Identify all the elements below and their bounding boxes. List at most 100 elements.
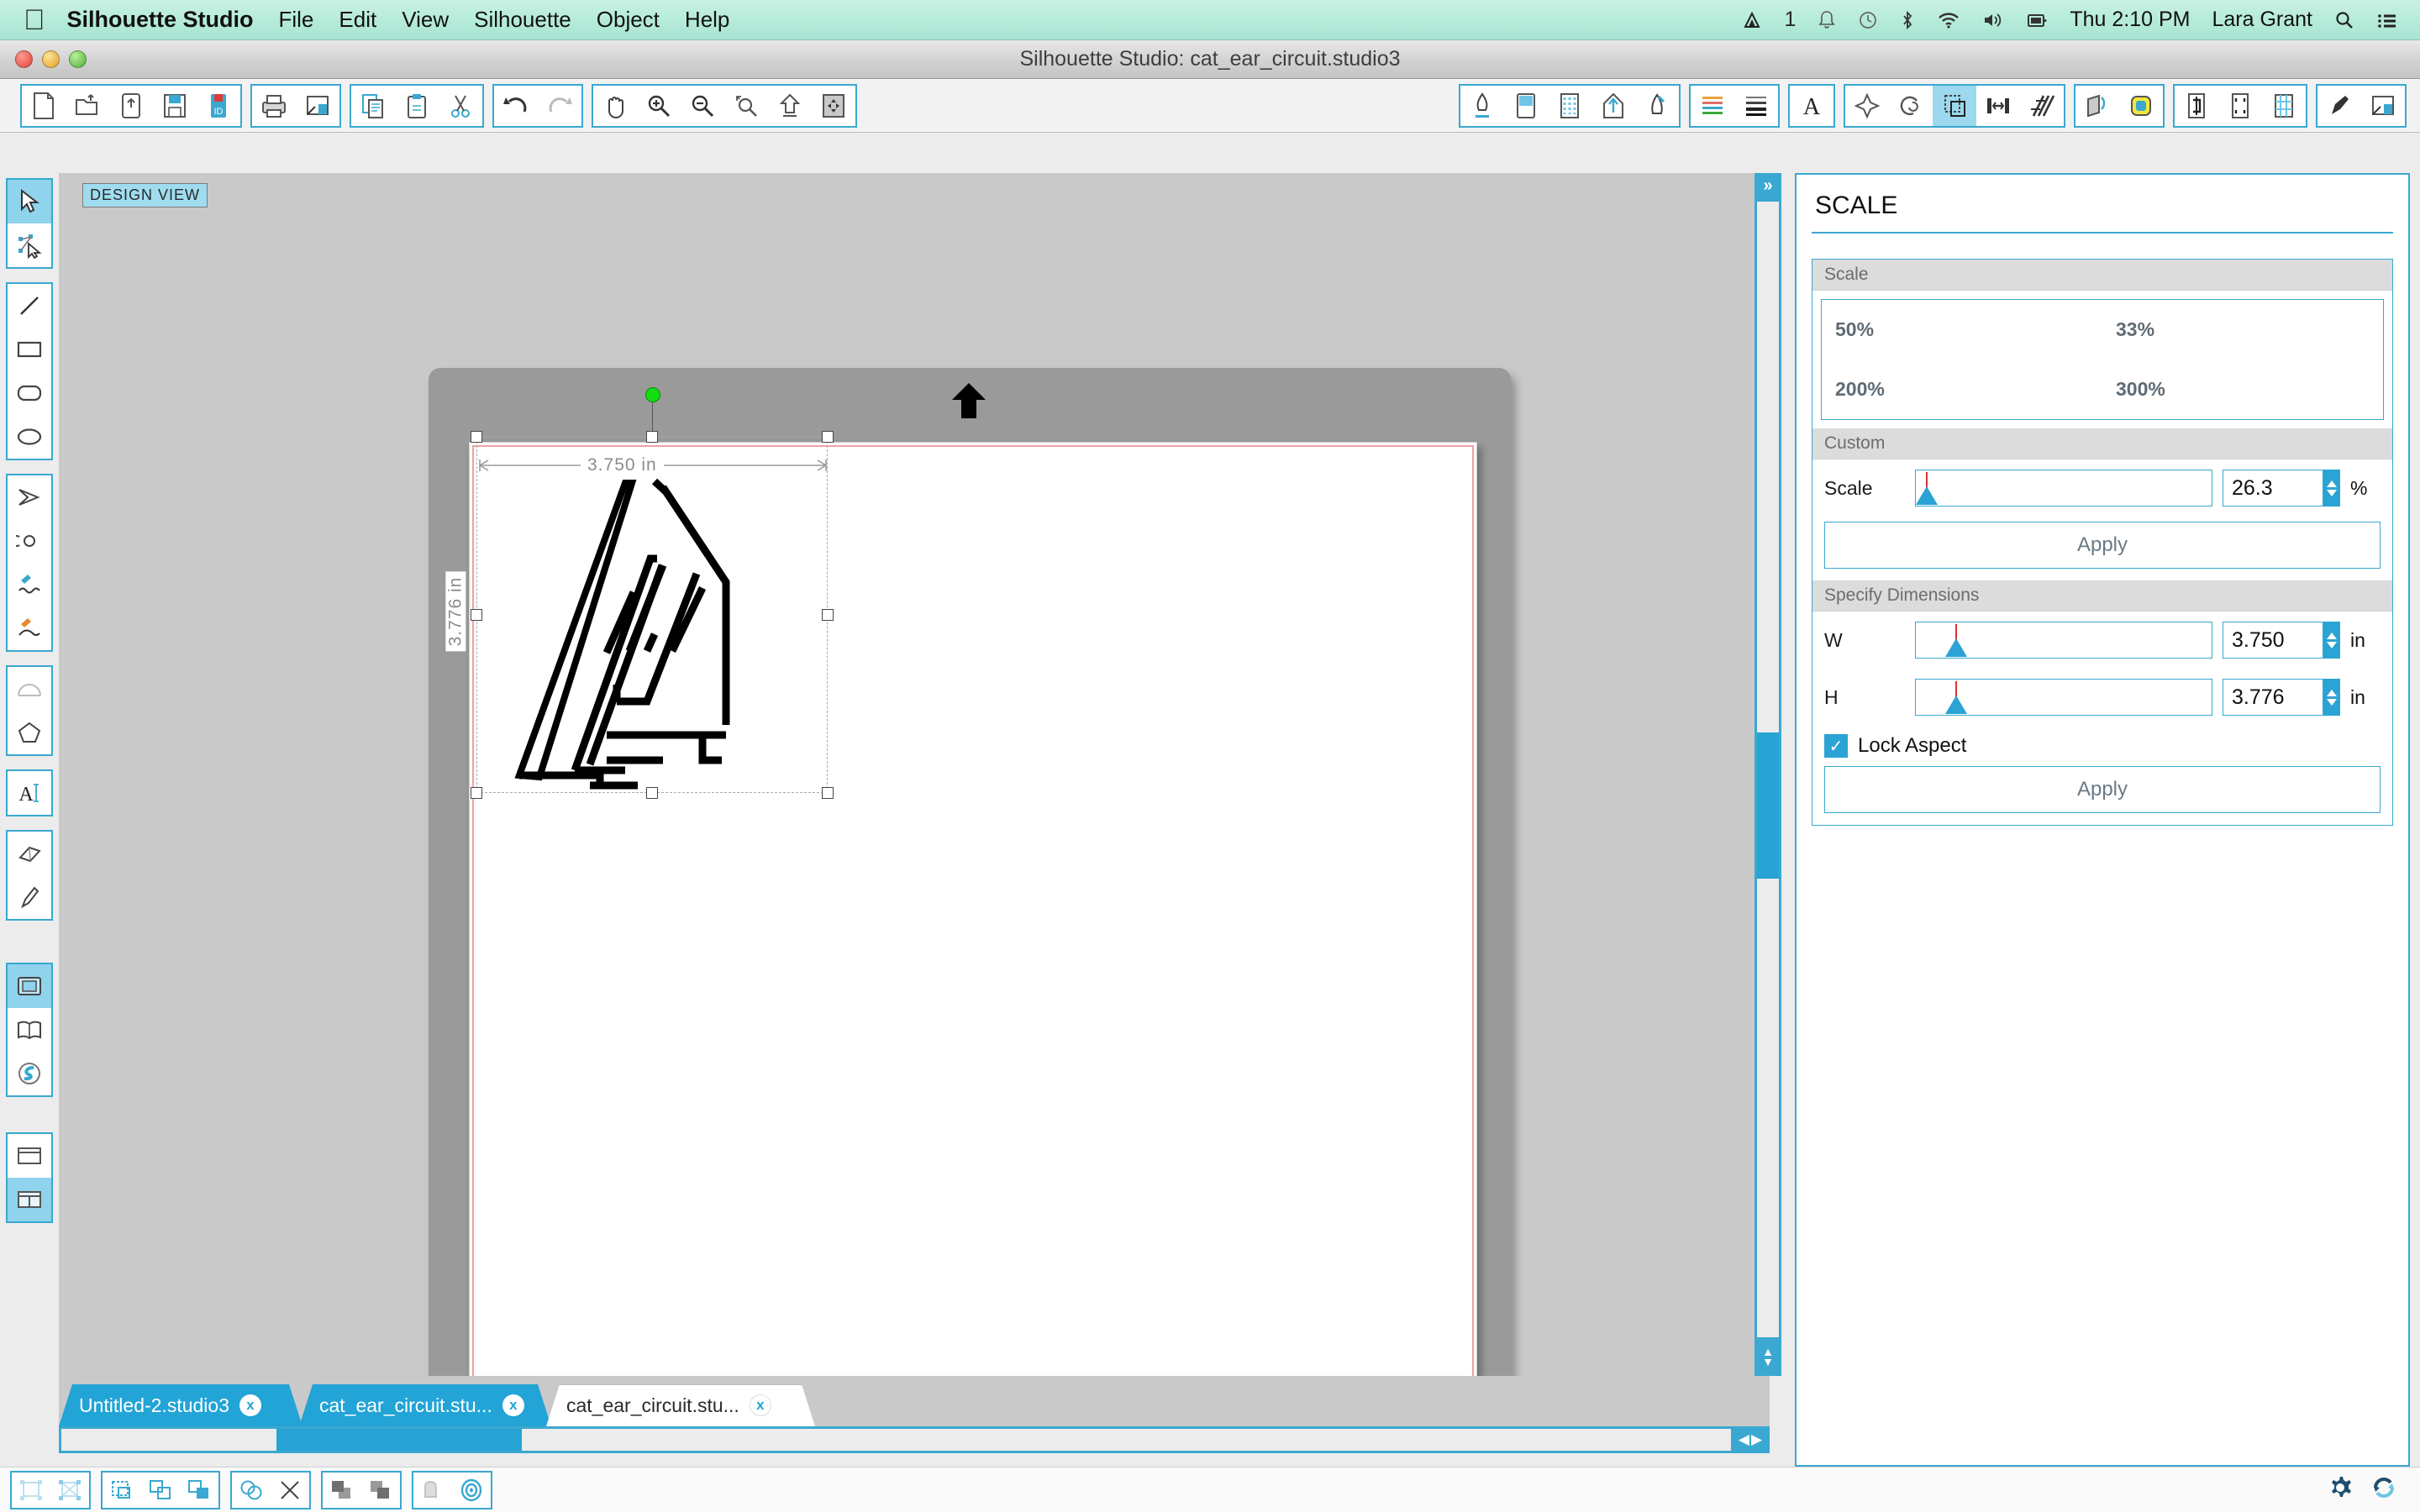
- group-icon[interactable]: [103, 1473, 141, 1508]
- resize-handle-n[interactable]: [646, 431, 658, 443]
- design-view-icon[interactable]: [8, 964, 51, 1008]
- knife-tool-icon[interactable]: [8, 875, 51, 919]
- text-style-icon[interactable]: A: [1790, 86, 1833, 126]
- tab-close-icon[interactable]: x: [239, 1394, 261, 1416]
- menu-silhouette[interactable]: Silhouette: [474, 7, 571, 33]
- zoom-selection-icon[interactable]: [724, 86, 768, 126]
- hscroll-track[interactable]: [61, 1429, 1731, 1451]
- resize-handle-nw[interactable]: [471, 431, 482, 443]
- width-slider-thumb[interactable]: [1945, 638, 1967, 657]
- knife-panel-icon[interactable]: [2175, 86, 2218, 126]
- open-document-icon[interactable]: [66, 86, 109, 126]
- volume-icon[interactable]: [1982, 10, 2004, 30]
- pan-hand-icon[interactable]: [593, 86, 637, 126]
- height-slider-thumb[interactable]: [1945, 696, 1967, 714]
- tab-untitled-2[interactable]: Untitled-2.studio3 x: [59, 1384, 302, 1426]
- fill-color-icon[interactable]: [2119, 86, 2163, 126]
- select-arrow-icon[interactable]: [8, 180, 51, 223]
- vscroll-arrows[interactable]: ▲ ▼: [1754, 1337, 1781, 1376]
- scale-input[interactable]: 26.3: [2223, 470, 2323, 507]
- zoom-fit-icon[interactable]: [768, 86, 812, 126]
- save-as-icon[interactable]: [109, 86, 153, 126]
- wifi-icon[interactable]: [1937, 10, 1960, 30]
- offset-icon[interactable]: [2020, 86, 2064, 126]
- tab-cat-ear-circuit-2[interactable]: cat_ear_circuit.stu... x: [546, 1384, 815, 1426]
- menu-edit[interactable]: Edit: [339, 7, 376, 33]
- bell-icon[interactable]: [1818, 10, 1836, 30]
- single-panel-icon[interactable]: [8, 1134, 51, 1178]
- resize-handle-s[interactable]: [646, 787, 658, 799]
- close-window-button[interactable]: [15, 50, 33, 68]
- zoom-in-icon[interactable]: [637, 86, 681, 126]
- bluetooth-icon[interactable]: [1900, 10, 1915, 30]
- horizontal-scrollbar[interactable]: ◀ ▶: [59, 1426, 1770, 1453]
- hscroll-thumb[interactable]: [276, 1429, 522, 1451]
- undo-icon[interactable]: [494, 86, 538, 126]
- line-tool-icon[interactable]: [8, 284, 51, 328]
- apple-logo-icon[interactable]: : [24, 6, 45, 34]
- draw-freehand-icon[interactable]: [8, 563, 51, 606]
- page-setup-icon[interactable]: [1504, 86, 1548, 126]
- ellipse-tool-icon[interactable]: [8, 415, 51, 459]
- pen-holder-icon[interactable]: [1635, 86, 1679, 126]
- minimize-window-button[interactable]: [42, 50, 60, 68]
- detach-icon[interactable]: [271, 1473, 309, 1508]
- lock-aspect-checkbox[interactable]: ✓: [1824, 734, 1848, 758]
- gear-icon[interactable]: [2326, 1473, 2354, 1506]
- vscroll-thumb[interactable]: [1757, 732, 1779, 879]
- resize-handle-sw[interactable]: [471, 787, 482, 799]
- save-icon[interactable]: [153, 86, 197, 126]
- print-and-cut-icon[interactable]: [2361, 86, 2405, 126]
- width-stepper[interactable]: [2323, 622, 2340, 659]
- registration-marks-icon[interactable]: [1548, 86, 1591, 126]
- vscroll-track[interactable]: [1757, 202, 1779, 1337]
- edit-points-icon[interactable]: [8, 223, 51, 267]
- zoom-out-icon[interactable]: [681, 86, 724, 126]
- text-tool-icon[interactable]: A: [8, 771, 51, 815]
- modify-icon[interactable]: [1976, 86, 2020, 126]
- redo-icon[interactable]: [538, 86, 581, 126]
- resize-handle-w[interactable]: [471, 609, 482, 621]
- preset-50[interactable]: 50%: [1822, 300, 2102, 360]
- tab-cat-ear-circuit-1[interactable]: cat_ear_circuit.stu... x: [299, 1384, 551, 1426]
- height-input[interactable]: 3.776: [2223, 679, 2323, 716]
- mat-panel-icon[interactable]: [2218, 86, 2262, 126]
- arc-tool-icon[interactable]: [8, 667, 51, 711]
- menu-file[interactable]: File: [279, 7, 314, 33]
- scale-slider[interactable]: [1915, 470, 2212, 507]
- menubar-username[interactable]: Lara Grant: [2212, 8, 2312, 32]
- tab-close-icon[interactable]: x: [749, 1394, 771, 1416]
- library-view-icon[interactable]: [8, 1008, 51, 1052]
- resize-handle-se[interactable]: [822, 787, 834, 799]
- menu-view[interactable]: View: [402, 7, 449, 33]
- line-thickness-icon[interactable]: [1734, 86, 1778, 126]
- vertical-scrollbar[interactable]: » ▲ ▼: [1754, 173, 1781, 1376]
- new-document-icon[interactable]: [22, 86, 66, 126]
- paste-icon[interactable]: [395, 86, 439, 126]
- menu-help[interactable]: Help: [685, 7, 729, 33]
- send-to-silhouette-icon[interactable]: [1591, 86, 1635, 126]
- trace-icon[interactable]: [2075, 86, 2119, 126]
- zoom-all-icon[interactable]: [812, 86, 855, 126]
- sketch-pen-icon[interactable]: [2317, 86, 2361, 126]
- resize-handle-ne[interactable]: [822, 431, 834, 443]
- bring-to-front-icon[interactable]: [323, 1473, 361, 1508]
- shadow-icon[interactable]: [413, 1473, 452, 1508]
- height-stepper[interactable]: [2323, 679, 2340, 716]
- height-slider[interactable]: [1915, 679, 2212, 716]
- menu-object[interactable]: Object: [597, 7, 660, 33]
- select-all-icon[interactable]: [12, 1473, 50, 1508]
- draw-smooth-icon[interactable]: [8, 606, 51, 650]
- scroll-down-arrow-icon[interactable]: ▼: [1762, 1356, 1774, 1368]
- menubar-app-name[interactable]: Silhouette Studio: [67, 7, 254, 33]
- cut-settings-icon[interactable]: [296, 86, 339, 126]
- menubar-clock[interactable]: Thu 2:10 PM: [2070, 8, 2190, 32]
- cut-settings-panel-icon[interactable]: [1460, 86, 1504, 126]
- duplicate-icon[interactable]: [141, 1473, 180, 1508]
- duplicate-fill-icon[interactable]: [180, 1473, 218, 1508]
- regular-polygon-tool-icon[interactable]: [8, 711, 51, 754]
- curve-tool-icon[interactable]: [8, 519, 51, 563]
- sync-icon[interactable]: [2370, 1473, 2398, 1506]
- scale-stepper[interactable]: [2323, 470, 2340, 507]
- align-icon[interactable]: [1845, 86, 1889, 126]
